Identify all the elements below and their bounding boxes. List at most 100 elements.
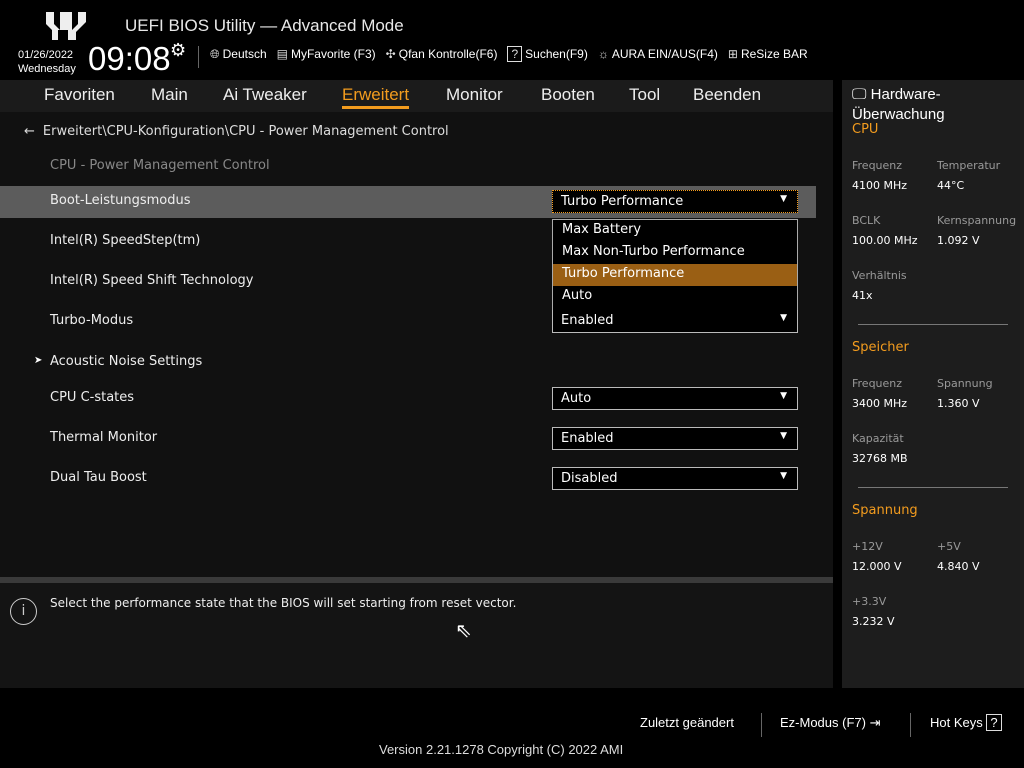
hw-value: 1.360 V — [937, 397, 980, 410]
last-changed-button[interactable]: Zuletzt geändert — [640, 715, 734, 730]
setting-label: Intel(R) Speed Shift Technology — [50, 273, 254, 288]
globe-icon: 🌐︎ — [210, 47, 220, 61]
divider — [198, 46, 199, 68]
hw-label: Spannung — [937, 377, 993, 390]
fan-icon: ✣ — [385, 47, 396, 61]
dropdown-list: Max Battery Max Non-Turbo Performance Tu… — [552, 219, 798, 311]
resize-bar-icon: ⊞ — [727, 47, 738, 61]
weekday: Wednesday — [18, 63, 76, 75]
back-arrow-icon[interactable]: ← — [24, 124, 35, 139]
submenu-acoustic-noise[interactable]: ➤ Acoustic Noise Settings — [0, 347, 816, 379]
chevron-down-icon: ▼ — [780, 431, 787, 441]
main-nav: Favoriten Main Ai Tweaker Erweitert Moni… — [0, 80, 833, 112]
hw-title: 🖵︎ Hardware-Überwachung — [852, 85, 1022, 125]
hw-value: 4100 MHz — [852, 179, 908, 192]
hw-value: 1.092 V — [937, 234, 980, 247]
hw-label: +5V — [937, 540, 961, 553]
hw-value: 100.00 MHz — [852, 234, 918, 247]
hw-value: 3400 MHz — [852, 397, 908, 410]
section-title: CPU - Power Management Control — [50, 158, 270, 173]
label: ReSize BAR — [740, 47, 808, 61]
tab-main[interactable]: Main — [151, 85, 188, 105]
setting-label: Intel(R) SpeedStep(tm) — [50, 233, 201, 248]
tab-favoriten[interactable]: Favoriten — [44, 85, 115, 105]
clock: 09:08 — [88, 40, 171, 77]
resize-bar-button[interactable]: ⊞ ReSize BAR — [728, 47, 808, 62]
option-max-battery[interactable]: Max Battery — [553, 220, 797, 242]
hw-label: Kapazität — [852, 432, 904, 445]
exit-icon: ⇥ — [865, 715, 881, 730]
breadcrumb[interactable]: ← Erweitert\CPU-Konfiguration\CPU - Power… — [24, 124, 449, 139]
label: AURA EIN/AUS(F4) — [611, 47, 718, 61]
dual-tau-select[interactable]: Disabled ▼ — [552, 467, 798, 490]
search-button[interactable]: ? Suchen(F9) — [507, 46, 588, 62]
hw-value: 44°C — [937, 179, 965, 192]
aura-icon: ☼ — [597, 47, 609, 61]
divider — [858, 487, 1008, 488]
chevron-down-icon: ▼ — [780, 313, 787, 323]
option-max-non-turbo[interactable]: Max Non-Turbo Performance — [553, 242, 797, 264]
hw-value: 3.232 V — [852, 615, 895, 628]
hw-label: Verhältnis — [852, 269, 907, 282]
question-icon: ? — [507, 46, 523, 62]
hw-label: Frequenz — [852, 159, 903, 172]
thermal-monitor-select[interactable]: Enabled ▼ — [552, 427, 798, 450]
hw-label: BCLK — [852, 214, 881, 227]
favorite-icon: ▤ — [276, 47, 288, 61]
tab-ai-tweaker[interactable]: Ai Tweaker — [223, 85, 307, 105]
hw-label: +12V — [852, 540, 883, 553]
setting-label: Boot-Leistungsmodus — [50, 193, 191, 208]
tab-booten[interactable]: Booten — [541, 85, 595, 105]
tab-monitor[interactable]: Monitor — [446, 85, 503, 105]
date: 01/26/2022 — [18, 49, 74, 61]
label: Deutsch — [222, 47, 267, 61]
myfavorite-button[interactable]: ▤ MyFavorite (F3) — [277, 47, 376, 62]
ez-mode-button[interactable]: Ez-Modus (F7) ⇥ — [780, 715, 880, 731]
boot-leistungsmodus-select[interactable]: Turbo Performance ▼ — [552, 190, 798, 213]
hw-value: 12.000 V — [852, 560, 902, 573]
hot-keys-button[interactable]: Hot Keys ? — [930, 714, 1002, 731]
setting-label: Dual Tau Boost — [50, 470, 147, 485]
tab-tool[interactable]: Tool — [629, 85, 660, 105]
help-text: Select the performance state that the BI… — [50, 596, 517, 610]
hw-cpu-title: CPU — [852, 122, 879, 137]
select-value: Turbo Performance — [561, 194, 684, 209]
app-title: UEFI BIOS Utility — Advanced Mode — [125, 16, 404, 35]
gear-icon[interactable]: ⚙ — [170, 40, 186, 61]
breadcrumb-text: Erweitert\CPU-Konfiguration\CPU - Power … — [42, 124, 449, 139]
tuf-logo — [46, 12, 86, 40]
label: Suchen(F9) — [525, 47, 588, 61]
hw-volt-title: Spannung — [852, 503, 918, 518]
hw-label: Temperatur — [937, 159, 1001, 172]
version-text: Version 2.21.1278 Copyright (C) 2022 AMI — [379, 742, 624, 757]
toolbar: 🌐︎ Deutsch ▤ MyFavorite (F3) ✣ Qfan Kontrol… — [210, 46, 808, 62]
chevron-down-icon: ▼ — [780, 391, 787, 401]
select-value: Auto — [561, 391, 592, 406]
aura-button[interactable]: ☼ AURA EIN/AUS(F4) — [598, 47, 718, 62]
option-auto[interactable]: Auto — [553, 286, 797, 308]
chevron-right-icon: ➤ — [34, 355, 43, 366]
monitor-icon: 🖵︎ — [852, 86, 871, 103]
label: Qfan Kontrolle(F6) — [398, 47, 498, 61]
hw-value: 4.840 V — [937, 560, 980, 573]
qfan-button[interactable]: ✣ Qfan Kontrolle(F6) — [386, 47, 498, 62]
hw-value: 32768 MB — [852, 452, 908, 465]
option-turbo-performance[interactable]: Turbo Performance — [553, 264, 797, 286]
select-value: Enabled — [561, 313, 614, 328]
hw-mem-title: Speicher — [852, 340, 909, 355]
setting-label: CPU C-states — [50, 390, 135, 405]
divider — [858, 324, 1008, 325]
c-states-select[interactable]: Auto ▼ — [552, 387, 798, 410]
chevron-down-icon: ▼ — [780, 471, 787, 481]
tab-beenden[interactable]: Beenden — [693, 85, 761, 105]
hw-label: Frequenz — [852, 377, 903, 390]
setting-label: Thermal Monitor — [50, 430, 158, 445]
date-display: 01/26/2022 Wednesday — [18, 48, 76, 76]
turbo-modus-select[interactable]: Enabled ▼ — [552, 310, 798, 333]
label: Hot Keys — [930, 715, 983, 730]
hw-value: 41x — [852, 289, 873, 302]
tab-erweitert[interactable]: Erweitert — [342, 85, 410, 109]
question-icon: ? — [986, 714, 1002, 731]
language-button[interactable]: 🌐︎ Deutsch — [210, 47, 267, 62]
settings-panel: Boot-Leistungsmodus Intel(R) SpeedStep(t… — [0, 112, 833, 578]
